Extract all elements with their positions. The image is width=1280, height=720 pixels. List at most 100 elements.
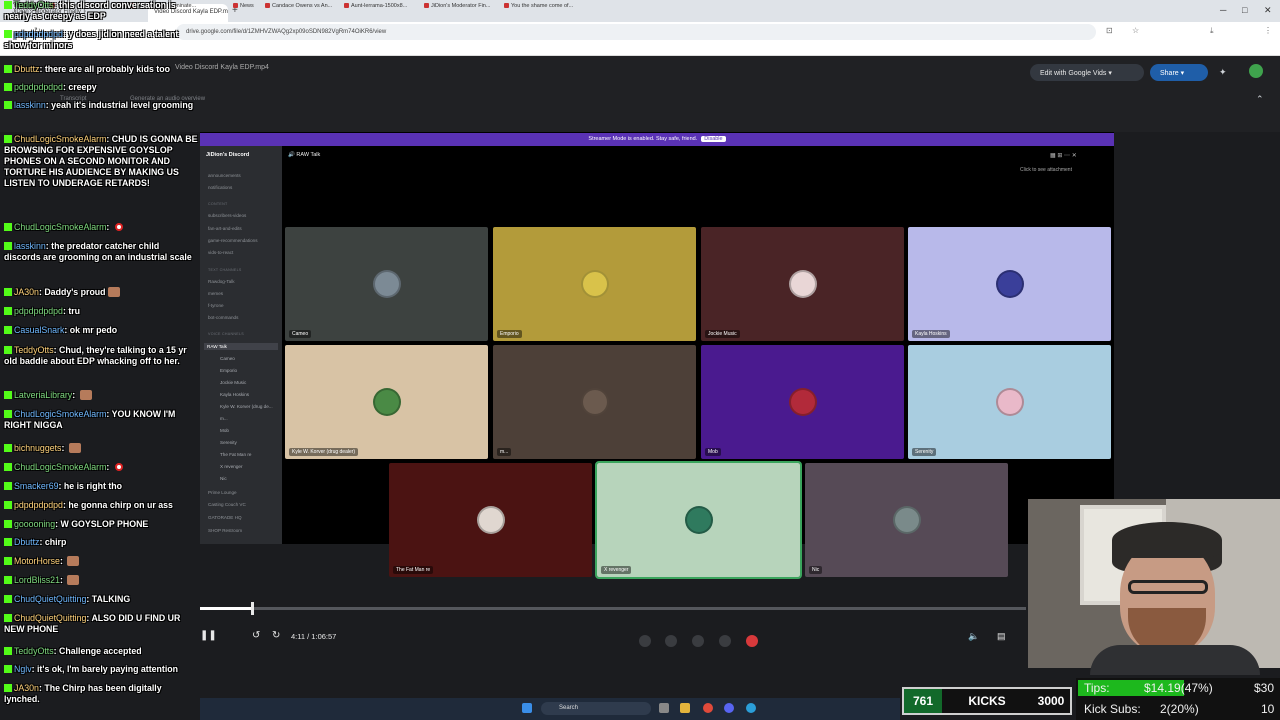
chat-message: LordBliss21: xyxy=(4,575,198,586)
participant-avatar xyxy=(372,388,401,416)
stream-chat: TeddyOtts: this discord conversation is … xyxy=(0,0,200,720)
screenshare-icon xyxy=(665,635,677,647)
voice-user[interactable]: Nic xyxy=(220,476,227,481)
voice-user[interactable]: Cameo xyxy=(220,356,235,361)
attachment-hint[interactable]: Click to see attachment xyxy=(1020,167,1072,173)
participant-tile[interactable]: Cameo xyxy=(285,227,488,341)
channel-category: CONTENT xyxy=(208,202,228,206)
voice-user[interactable]: The Fat Man re xyxy=(220,452,251,457)
chat-username: TeddyOtts xyxy=(14,345,54,355)
chat-message: pdpdpdpdpd: he gonna chirp on ur ass xyxy=(4,500,198,511)
discord-icon[interactable] xyxy=(724,703,734,713)
tips-value: $14.19(47%) xyxy=(1144,681,1213,695)
voice-user[interactable]: Emporio xyxy=(220,368,237,373)
menu-icon[interactable]: ⋮ xyxy=(1264,26,1272,35)
participant-tile[interactable]: Serenity xyxy=(908,345,1111,459)
participant-tile[interactable]: Nic xyxy=(805,463,1008,577)
bookmark-item[interactable]: JiDion's Moderator Fin... xyxy=(424,3,490,9)
video-progress-bar[interactable] xyxy=(200,602,1026,615)
install-icon[interactable]: ⊡ xyxy=(1106,26,1113,35)
participant-tile[interactable]: Kayla Hoskins xyxy=(908,227,1111,341)
participant-tile[interactable]: X revenger xyxy=(595,461,802,579)
chat-username: JA30n xyxy=(14,683,39,693)
chat-username: lasskinn xyxy=(14,241,46,251)
chat-badge-icon xyxy=(4,557,12,565)
chat-message: pdpdpdpdpd: tru xyxy=(4,306,198,317)
channel-item[interactable]: GATORADE HQ xyxy=(208,515,242,520)
channel-item[interactable]: SHOP Restroom xyxy=(208,528,242,533)
voice-user[interactable]: X revenger xyxy=(220,464,242,469)
participant-tile[interactable]: Jockie Music xyxy=(701,227,904,341)
channel-item[interactable]: memes xyxy=(208,291,223,296)
chrome-icon[interactable] xyxy=(703,703,713,713)
channel-item[interactable]: vids-to-react xyxy=(208,250,233,255)
participant-tile[interactable]: Kyle W. Korver (drug dealer) xyxy=(285,345,488,459)
task-view-icon[interactable] xyxy=(659,703,669,713)
taskbar-search[interactable]: Search xyxy=(541,702,651,715)
chat-badge-icon xyxy=(4,410,12,418)
channel-item[interactable]: announcements xyxy=(208,173,241,178)
voice-toolbar-icons[interactable]: ▦ ⊞ ⋯ ✕ xyxy=(1050,152,1077,159)
edge-icon[interactable] xyxy=(746,703,756,713)
chat-badge-icon xyxy=(4,30,12,38)
chat-username: ChudQuietQuitting xyxy=(14,594,87,604)
chat-message: JA30n: Daddy's proud xyxy=(4,287,198,298)
share-button[interactable]: Share ▾ xyxy=(1150,64,1208,81)
close-window-icon[interactable]: ✕ xyxy=(1264,5,1272,16)
download-icon[interactable]: ⤓ xyxy=(1210,26,1214,36)
participant-tile[interactable]: m... xyxy=(493,345,696,459)
maximize-icon[interactable]: □ xyxy=(1242,5,1247,15)
participant-tile[interactable]: The Fat Man re xyxy=(389,463,592,577)
bookmark-star-icon[interactable]: ☆ xyxy=(1132,26,1139,35)
channel-item[interactable]: notifications xyxy=(208,185,232,190)
url-input[interactable]: drive.google.com/file/d/1ZMHVZWAQg2xp09o… xyxy=(176,24,1096,40)
bookmark-item[interactable]: News xyxy=(233,3,254,9)
voice-user[interactable]: Jockie Music xyxy=(220,380,246,385)
chat-text: it's ok, I'm barely paying attention xyxy=(36,664,179,674)
voice-user[interactable]: Mob xyxy=(220,428,229,433)
captions-icon[interactable]: ▤ xyxy=(997,631,1006,642)
forward-10-icon[interactable]: ↻ xyxy=(272,630,280,641)
channel-item[interactable]: RAW Talk xyxy=(204,343,278,350)
channel-item[interactable]: f-tyrone xyxy=(208,303,224,308)
bookmark-item[interactable]: You the shame come of... xyxy=(504,3,573,9)
channel-item[interactable]: Rawdog-Talk xyxy=(208,279,235,284)
pause-icon[interactable]: ❚❚ xyxy=(200,630,217,641)
chat-message: LatveriaLibrary: xyxy=(4,390,198,401)
chat-message: TeddyOtts: Challenge accepted xyxy=(4,646,198,657)
volume-icon[interactable]: 🔈 xyxy=(968,631,979,642)
bookmark-item[interactable]: Candace Owens vs An... xyxy=(265,3,332,9)
channel-item[interactable]: Casting Couch VC xyxy=(208,502,246,507)
channel-item[interactable]: Prime Lounge xyxy=(208,490,237,495)
mic-icon xyxy=(719,635,731,647)
voice-user[interactable]: Kyle W. Korver (drug de... xyxy=(220,404,273,409)
voice-user[interactable]: Kayla Hoskins xyxy=(220,392,249,397)
channel-category: TEXT CHANNELS xyxy=(208,268,242,272)
disable-button[interactable]: Disable xyxy=(701,136,726,142)
gemini-icon[interactable]: ✦ xyxy=(1219,67,1227,78)
participant-tile[interactable]: Emporio xyxy=(493,227,696,341)
channel-item[interactable]: game-recommendations xyxy=(208,238,258,243)
file-explorer-icon[interactable] xyxy=(680,703,690,713)
channel-item[interactable]: fan-art-and-edits xyxy=(208,226,242,231)
participant-tile[interactable]: Mob xyxy=(701,345,904,459)
total-time: / 1:06:57 xyxy=(307,632,337,641)
avatar[interactable] xyxy=(1249,64,1263,78)
progress-handle[interactable] xyxy=(250,602,254,615)
voice-user[interactable]: Serenity xyxy=(220,440,237,445)
voice-user[interactable]: m... xyxy=(220,416,228,421)
chat-text: ok mr pedo xyxy=(69,325,118,335)
start-icon[interactable] xyxy=(522,703,532,713)
rewind-10-icon[interactable]: ↺ xyxy=(252,630,260,641)
bookmark-item[interactable]: Aunt-lerrama-1500x8... xyxy=(344,3,407,9)
chat-username: JA30n xyxy=(14,287,39,297)
channel-item[interactable]: bot-commands xyxy=(208,315,238,320)
participant-avatar xyxy=(995,388,1024,416)
channel-item[interactable]: subscribers-videos xyxy=(208,213,246,218)
chat-badge-icon xyxy=(4,288,12,296)
minimize-icon[interactable]: ─ xyxy=(1220,5,1226,15)
collapse-icon[interactable]: ⌃ xyxy=(1256,94,1264,105)
edit-with-vids-button[interactable]: Edit with Google Vids ▾ xyxy=(1030,64,1144,81)
server-name[interactable]: JiDion's Discord xyxy=(206,152,249,158)
kicks-goal-widget: 761 KICKS 3000 xyxy=(902,687,1072,715)
